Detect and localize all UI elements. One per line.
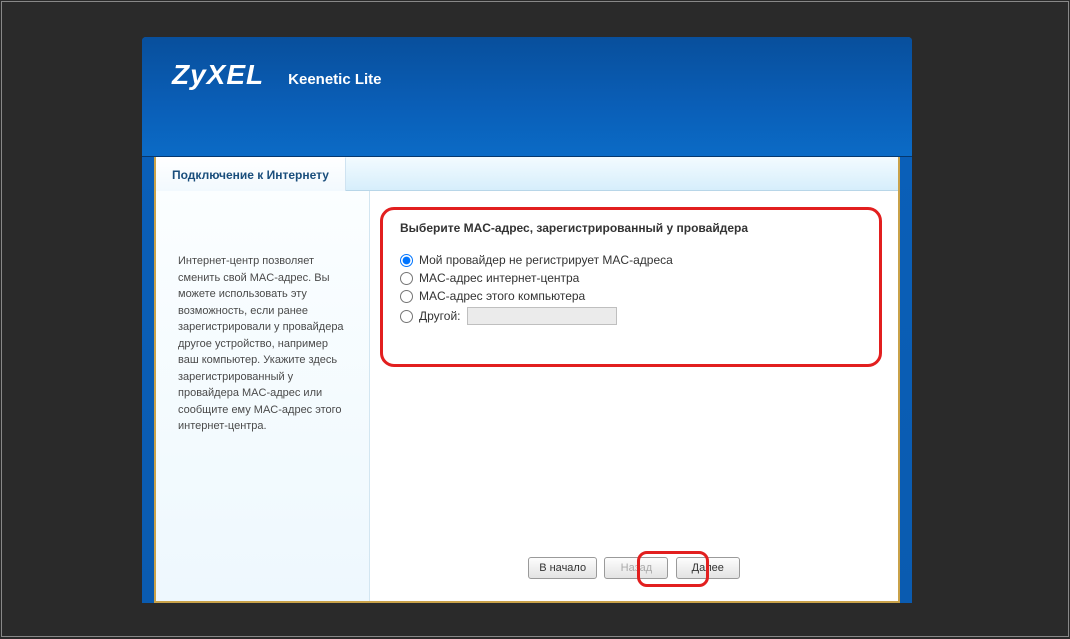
next-button[interactable]: Далее — [676, 557, 740, 579]
tab-bar: Подключение к Интернету — [156, 157, 898, 191]
option-no-mac-registration[interactable]: Мой провайдер не регистрирует MAC-адреса — [400, 253, 868, 267]
option-label: Другой: — [419, 309, 461, 323]
radio-router-mac[interactable] — [400, 272, 413, 285]
option-label: MAC-адрес этого компьютера — [419, 289, 585, 303]
wizard-panel: Подключение к Интернету Интернет-центр п… — [154, 157, 900, 603]
home-button[interactable]: В начало — [528, 557, 597, 579]
tab-internet-connection[interactable]: Подключение к Интернету — [156, 157, 346, 191]
brand-logo: ZyXEL — [172, 59, 264, 91]
mac-address-fieldset: Выберите MAC-адрес, зарегистрированный у… — [400, 221, 868, 325]
radio-computer-mac[interactable] — [400, 290, 413, 303]
option-router-mac[interactable]: MAC-адрес интернет-центра — [400, 271, 868, 285]
radio-other-mac[interactable] — [400, 310, 413, 323]
wizard-main: Выберите MAC-адрес, зарегистрированный у… — [370, 191, 898, 601]
option-label: MAC-адрес интернет-центра — [419, 271, 579, 285]
fieldset-legend: Выберите MAC-адрес, зарегистрированный у… — [400, 221, 868, 235]
header: ZyXEL Keenetic Lite — [142, 37, 912, 157]
model-name: Keenetic Lite — [288, 71, 381, 88]
router-admin-window: ZyXEL Keenetic Lite Подключение к Интерн… — [142, 37, 912, 603]
screenshot-frame: ZyXEL Keenetic Lite Подключение к Интерн… — [1, 1, 1069, 637]
option-other-mac[interactable]: Другой: — [400, 307, 868, 325]
help-sidebar: Интернет-центр позволяет сменить свой MA… — [156, 191, 370, 601]
wizard-button-bar: В начало Назад Далее — [370, 557, 898, 579]
option-computer-mac[interactable]: MAC-адрес этого компьютера — [400, 289, 868, 303]
other-mac-input[interactable] — [467, 307, 617, 325]
back-button: Назад — [604, 557, 668, 579]
option-label: Мой провайдер не регистрирует MAC-адреса — [419, 253, 673, 267]
radio-no-mac-registration[interactable] — [400, 254, 413, 267]
